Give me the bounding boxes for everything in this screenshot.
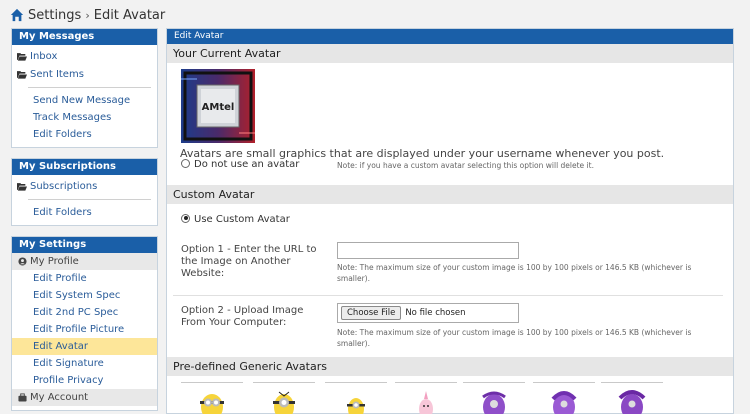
profile-privacy-link[interactable]: Profile Privacy [12,372,157,389]
edit-avatar-panel: Edit Avatar Your Current Avatar AMtel Av… [166,28,734,414]
avatar-file-input[interactable]: Choose File No file chosen [337,303,519,323]
edit-profile-picture-link[interactable]: Edit Profile Picture [12,321,157,338]
avatar-option[interactable] [253,382,315,414]
current-avatar-block: AMtel Avatars are small graphics that ar… [167,63,733,185]
edit-subscription-folders-link[interactable]: Edit Folders [12,204,157,221]
folder-open-icon [17,52,27,61]
breadcrumb-current: Edit Avatar [93,7,166,23]
avatar-option[interactable] [181,382,243,414]
avatar-option[interactable] [533,382,595,414]
no-file-chosen-text: No file chosen [405,308,466,318]
option2-label: Option 2 - Upload Image From Your Comput… [181,305,304,328]
avatar-url-input[interactable] [337,242,519,259]
sidebar-item-label: Subscriptions [30,180,98,192]
sidebar-item-inbox[interactable]: Inbox [12,47,157,65]
divider [28,199,151,200]
edit-message-folders-link[interactable]: Edit Folders [12,126,157,143]
sidebar: My Messages Inbox Sent Items Send New Me… [11,28,158,414]
avatar-option[interactable] [325,382,387,414]
edit-2nd-pc-spec-link[interactable]: Edit 2nd PC Spec [12,304,157,321]
home-icon[interactable] [10,8,24,22]
divider [28,87,151,88]
no-avatar-option[interactable]: Do not use an avatar [181,158,300,170]
track-messages-link[interactable]: Track Messages [12,109,157,126]
edit-system-spec-link[interactable]: Edit System Spec [12,287,157,304]
purple-minion-avatar-icon [551,391,577,414]
no-avatar-label: Do not use an avatar [194,159,300,170]
my-subscriptions-title: My Subscriptions [12,159,157,175]
edit-signature-link[interactable]: Edit Signature [12,355,157,372]
breadcrumb: Settings › Edit Avatar [10,5,165,25]
sidebar-item-sent-items[interactable]: Sent Items [12,65,157,83]
minion-avatar-icon [273,391,295,414]
current-avatar-image: AMtel [181,69,255,143]
avatar-option[interactable] [395,382,457,414]
use-custom-avatar-label: Use Custom Avatar [194,214,290,225]
chevron-right-icon: › [85,8,90,22]
my-profile-head: My Profile [12,253,157,270]
avatar-logo-text: AMtel [202,102,235,113]
unicorn-avatar-icon [419,391,433,414]
option2-hint: Note: The maximum size of your custom im… [337,328,692,348]
folder-open-icon [17,182,27,191]
send-new-message-link[interactable]: Send New Message [12,92,157,109]
divider [173,295,723,296]
option1-hint: Note: The maximum size of your custom im… [337,263,692,283]
folder-open-icon [17,70,27,79]
edit-profile-link[interactable]: Edit Profile [12,270,157,287]
predefined-avatars-section-title: Pre-defined Generic Avatars [167,357,733,376]
amtel-logo-avatar: AMtel [181,69,255,143]
custom-avatar-block: Use Custom Avatar Option 1 - Enter the U… [167,204,733,357]
use-custom-avatar-radio[interactable] [181,213,190,223]
custom-avatar-section-title: Custom Avatar [167,185,733,204]
minion-avatar-icon [347,398,365,414]
sidebar-item-label: Sent Items [30,68,84,80]
option1-label: Option 1 - Enter the URL to the Image on… [181,244,317,279]
sidebar-item-label: Inbox [30,50,58,62]
my-subscriptions-box: My Subscriptions Subscriptions Edit Fold… [11,158,158,226]
current-avatar-section-title: Your Current Avatar [167,44,733,63]
briefcase-icon [18,393,27,402]
purple-minion-avatar-icon [618,390,646,414]
predefined-avatars-row [167,376,733,414]
choose-file-button[interactable]: Choose File [341,306,402,320]
edit-avatar-link[interactable]: Edit Avatar [12,338,157,355]
minion-avatar-icon [200,394,224,414]
panel-title: Edit Avatar [167,29,733,44]
sidebar-item-subscriptions[interactable]: Subscriptions [12,177,157,195]
no-avatar-radio[interactable] [181,158,190,168]
avatar-option[interactable] [463,382,525,414]
purple-minion-avatar-icon [482,391,506,414]
breadcrumb-settings-link[interactable]: Settings [28,8,81,23]
my-account-head: My Account [12,389,157,406]
no-avatar-note: Note: if you have a custom avatar select… [337,161,594,170]
my-messages-box: My Messages Inbox Sent Items Send New Me… [11,28,158,148]
avatar-option[interactable] [601,382,663,414]
my-messages-title: My Messages [12,29,157,45]
my-settings-box: My Settings My Profile Edit Profile Edit… [11,236,158,411]
user-circle-icon [18,257,27,266]
my-settings-title: My Settings [12,237,157,253]
use-custom-avatar-option[interactable]: Use Custom Avatar [181,213,290,225]
